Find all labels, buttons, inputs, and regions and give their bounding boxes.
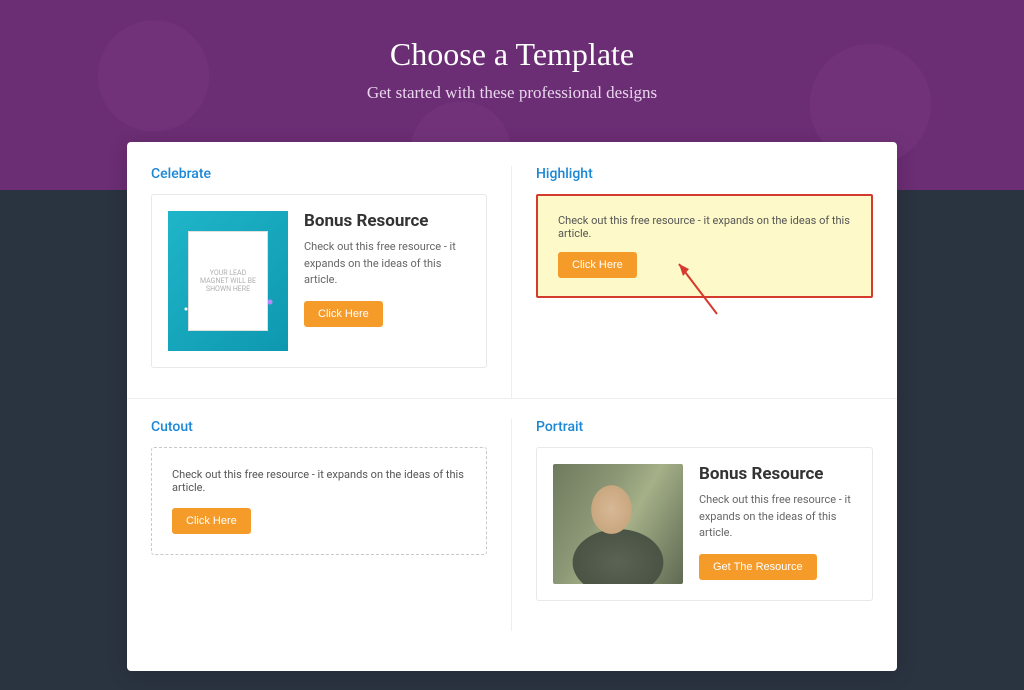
portrait-cta-button[interactable]: Get The Resource [699, 554, 817, 580]
celebrate-body: Bonus Resource Check out this free resou… [304, 211, 470, 327]
template-name-celebrate[interactable]: Celebrate [151, 166, 487, 182]
cutout-cta-button[interactable]: Click Here [172, 508, 251, 534]
template-name-highlight[interactable]: Highlight [536, 166, 873, 182]
template-celebrate[interactable]: Celebrate YOUR LEAD MAGNET WILL BE SHOWN… [127, 166, 512, 398]
portrait-body: Bonus Resource Check out this free resou… [699, 464, 856, 580]
row-divider [127, 398, 897, 399]
template-name-portrait[interactable]: Portrait [536, 419, 873, 435]
template-portrait[interactable]: Portrait Bonus Resource Check out this f… [512, 419, 897, 631]
celebrate-placeholder-text: YOUR LEAD MAGNET WILL BE SHOWN HERE [188, 231, 268, 331]
template-grid: Celebrate YOUR LEAD MAGNET WILL BE SHOWN… [127, 166, 897, 631]
highlight-cta-button[interactable]: Click Here [558, 252, 637, 278]
celebrate-cta-button[interactable]: Click Here [304, 301, 383, 327]
portrait-desc: Check out this free resource - it expand… [699, 492, 856, 542]
template-panel: Celebrate YOUR LEAD MAGNET WILL BE SHOWN… [127, 142, 897, 671]
page-subtitle: Get started with these professional desi… [0, 83, 1024, 103]
highlight-desc: Check out this free resource - it expand… [558, 214, 851, 240]
celebrate-desc: Check out this free resource - it expand… [304, 239, 470, 289]
celebrate-title: Bonus Resource [304, 211, 470, 231]
celebrate-thumbnail: YOUR LEAD MAGNET WILL BE SHOWN HERE [168, 211, 288, 351]
cutout-box: Check out this free resource - it expand… [151, 447, 487, 555]
page-title: Choose a Template [0, 36, 1024, 73]
template-cutout[interactable]: Cutout Check out this free resource - it… [127, 419, 512, 631]
celebrate-card: YOUR LEAD MAGNET WILL BE SHOWN HERE Bonu… [151, 194, 487, 368]
portrait-card: Bonus Resource Check out this free resou… [536, 447, 873, 601]
cutout-desc: Check out this free resource - it expand… [172, 468, 466, 494]
portrait-image [553, 464, 683, 584]
portrait-title: Bonus Resource [699, 464, 856, 484]
template-highlight[interactable]: Highlight Check out this free resource -… [512, 166, 897, 398]
annotation-arrow-icon [667, 254, 727, 324]
template-name-cutout[interactable]: Cutout [151, 419, 487, 435]
